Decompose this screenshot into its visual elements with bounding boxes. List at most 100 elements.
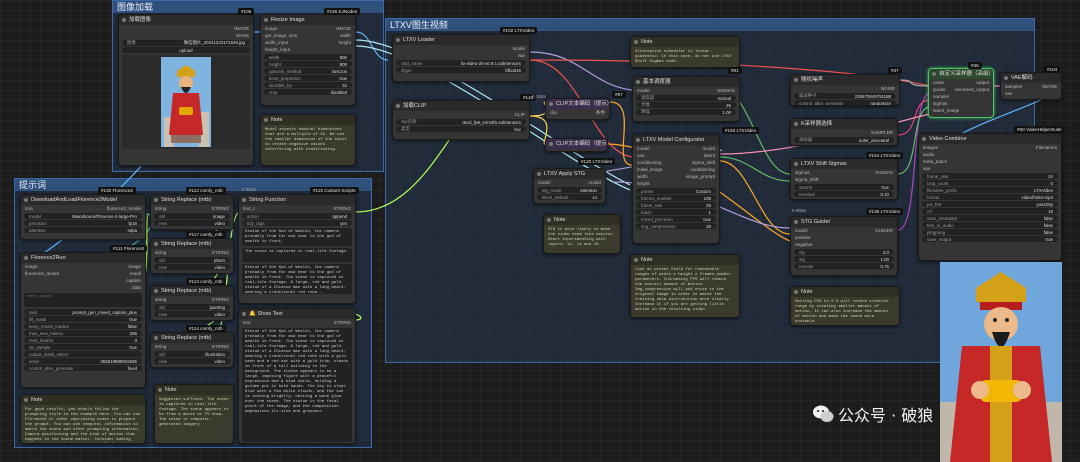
fill-mask-widget[interactable]: fill_mask true [24,316,142,322]
node-title[interactable]: 加载CLIP [393,101,529,111]
node-title[interactable]: String Replace (mtb) [151,239,233,249]
input-get-size[interactable]: get_image_size [265,33,297,38]
output-string[interactable]: STRING [334,206,351,211]
output-noise[interactable]: NOISE [881,86,895,91]
input-text-c[interactable]: text_c [243,206,255,211]
tidy-tags-widget[interactable]: tidy_tags yes [242,220,352,226]
input-vae[interactable]: vae [923,166,930,171]
text-c-field[interactable]: Statue of the God of Wealth, the camera … [242,264,352,294]
steps-widget[interactable]: 步数 25 [636,102,736,108]
note-text[interactable]: Suggested suffixes: The scene is capture… [155,395,233,443]
text-input-field[interactable]: text_input [24,293,142,307]
output-mask[interactable]: mask [130,271,141,276]
note-text[interactable]: STG is more likely to make the video see… [544,225,620,253]
old-widget[interactable]: old painting [154,304,230,310]
clip-type-widget[interactable]: 类型 ltxv [396,126,526,132]
input-string[interactable]: string [155,297,166,302]
note-florence-node[interactable]: Note For good results, you should follow… [20,394,146,444]
node-title[interactable]: String Replace (mtb) [151,333,233,343]
node-title[interactable]: 自定义采样器（高级） [929,69,993,79]
input-model[interactable]: model [637,88,650,93]
node-title[interactable]: Resize Image [261,15,355,25]
clip-loader-node[interactable]: 加载CLIP CLIP clip名称 t5xxl_fp8_e4m3fn.safet… [392,100,530,140]
scheduler-widget[interactable]: 调度器 normal [636,95,736,101]
trim-to-audio-widget[interactable]: trim_to_audio false [922,222,1058,228]
string-replace-node-1[interactable]: String Replace (mtb) string STRING old ima… [150,194,234,230]
note-text[interactable]: Model expects nominal dimensions that ar… [261,125,355,163]
output-filenames[interactable]: Filenames [1036,145,1057,150]
node-title[interactable]: String Replace (mtb) [151,195,233,205]
sampler-widget[interactable]: 采样器 euler_ancestral [794,137,894,143]
output-model[interactable]: model [702,146,715,151]
clip-text-encode-negative-node[interactable]: CLIP文本编码（提示） [545,138,608,152]
upscale-widget[interactable]: upscale_method lanczos [264,68,352,74]
loop-count-widget[interactable]: loop_count 0 [922,180,1058,186]
input-meta-batch[interactable]: meta_batch [923,159,947,164]
input-width[interactable]: width_input [265,40,288,45]
note-text[interactable]: Alternative scheduler is linear-quadrati… [631,47,739,67]
ksampler-select-node[interactable]: K采样器选择 SAMPLER 采样器 euler_ancestral [790,118,898,146]
output-denoised[interactable]: denoised_output [955,87,989,92]
note-stg-node[interactable]: Note STG is more likely to make the vide… [543,214,621,254]
input-latent[interactable]: latent_image [933,108,959,113]
ltxv-loader-node[interactable]: LTXV Loader model vae ckpt_name ltx-video… [392,34,530,82]
note-text[interactable]: Look at preset field for reasonable rang… [631,265,739,317]
output-image[interactable]: image [128,264,141,269]
node-title[interactable]: Florence2Run [21,253,145,263]
width-widget[interactable]: width 800 [264,54,352,60]
keep-loaded-widget[interactable]: keep_model_loaded false [24,323,142,329]
precision-widget[interactable]: precision fp16 [24,220,142,226]
input-conditioning[interactable]: conditioning [637,160,662,165]
output-sigmas[interactable]: SIGMAS [875,170,893,175]
old-widget[interactable]: old photo [154,257,230,263]
output-image[interactable]: IMAGE [336,26,351,31]
output-latent[interactable]: latent [704,153,715,158]
input-model[interactable]: model [637,146,650,151]
note-preset-node[interactable]: Note Look at preset field for reasonable… [630,254,740,318]
text-b-field[interactable]: The scene is captured in real-life foota… [242,248,352,262]
preset-widget[interactable]: preset Custom [636,188,716,194]
basic-scheduler-node[interactable]: 基本调度器 model SIGMAS 调度器 normal 步数 25 降噪 1.00 [632,76,740,122]
note-resize-node[interactable]: Note Model expects nominal dimensions th… [260,114,356,166]
output-sigma-shift[interactable]: sigma_shift [692,160,715,165]
output-conditioning[interactable]: conditioning [690,167,715,172]
output-string[interactable]: STRING [334,320,351,325]
node-title[interactable]: String Function [239,195,355,205]
input-sigmas[interactable]: sigmas [933,101,948,106]
node-title[interactable]: VAE解码 [1001,73,1061,83]
node-title[interactable]: K采样器选择 [791,119,897,129]
height-widget[interactable]: height 800 [264,61,352,67]
pingpong-widget[interactable]: pingpong false [922,229,1058,235]
node-title[interactable]: LTXV Shift Sigmas [791,159,897,169]
random-noise-node[interactable]: 随机噪声 NOISE 噪波种子 238570845751188 control_a… [790,74,900,106]
output-string[interactable]: STRING [212,206,229,211]
output-clip[interactable]: CLIP [515,112,525,117]
node-title[interactable]: Video Combine [919,134,1061,144]
ltxv-apply-stg-node[interactable]: LTXV Apply STG model model stg_mode attent… [533,168,606,204]
crf-widget[interactable]: crf 19 [922,208,1058,214]
filename-prefix-widget[interactable]: filename_prefix LTXVideo [922,187,1058,193]
frame-rate-widget[interactable]: frame_rate 25 [636,202,716,208]
node-title[interactable]: Note [21,395,145,405]
input-vae[interactable]: vae [637,153,644,158]
node-title[interactable]: 基本调度器 [633,77,739,87]
node-title[interactable]: LTXV Loader [393,35,529,45]
node-title[interactable]: Note [155,385,233,395]
output-guider[interactable]: GUIDER [875,228,893,233]
resize-image-node[interactable]: Resize Image image IMAGE get_image_size wi… [260,14,356,106]
control-after-generate-widget[interactable]: control_after_generate randomize [794,100,896,105]
output-model[interactable]: model [512,46,525,51]
note-suffix-node[interactable]: Note Suggested suffixes: The scene is ca… [154,384,234,444]
model-widget[interactable]: model MiaoshouAI/Florence-2-large-Pro [24,213,142,219]
input-string[interactable]: string [155,250,166,255]
output-caption[interactable]: caption [126,278,141,283]
load-image-node[interactable]: 加载图像 IMAGE MASK 图像 微信图片_20241222171645.jp… [118,14,254,166]
noise-seed-widget[interactable]: 噪波种子 238570845751188 [794,93,896,99]
input-samples[interactable]: samples [1005,84,1022,89]
save-metadata-widget[interactable]: save_metadata false [922,215,1058,221]
output-cond[interactable]: 条件 [596,110,605,116]
output-data[interactable]: data [132,285,141,290]
string-replace-node-2[interactable]: String Replace (mtb) string STRING old pho… [150,238,234,274]
input-positive[interactable]: positive [795,235,811,240]
ltxv-model-configurator-node[interactable]: LTXV Model Configurator model model vae la… [632,134,720,244]
